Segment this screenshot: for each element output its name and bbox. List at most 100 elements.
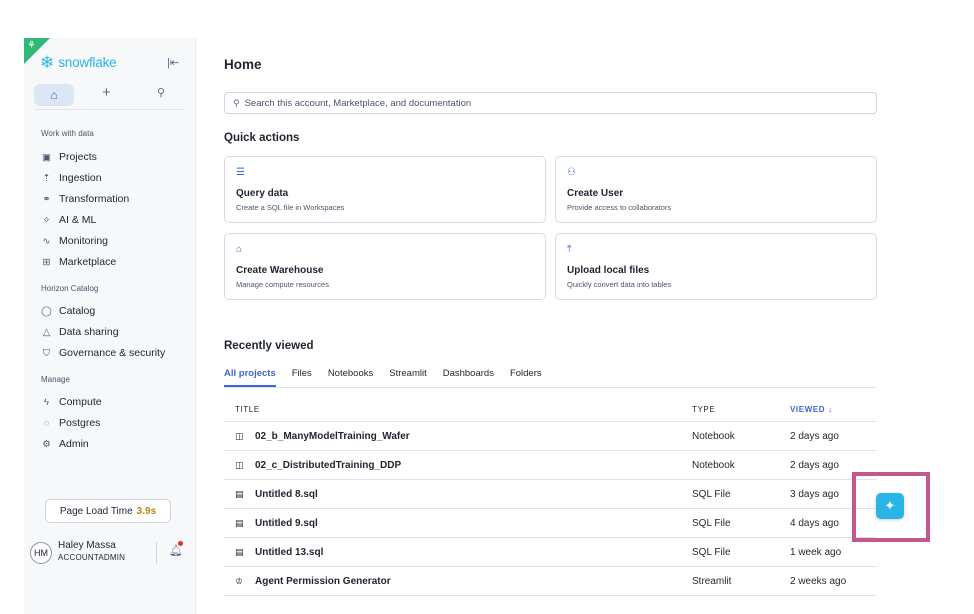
card-desc: Create a SQL file in Workspaces <box>236 203 345 212</box>
ai-assistant-button[interactable]: ✦ <box>876 493 904 519</box>
sidebar-item-transformation[interactable]: ⚭ Transformation <box>41 191 130 207</box>
row-type: SQL File <box>692 518 731 529</box>
shield-icon: ⛉ <box>42 347 51 359</box>
sidebar-item-data-sharing[interactable]: △ Data sharing <box>41 324 119 340</box>
row-title: Untitled 13.sql <box>255 547 324 558</box>
quick-action-upload-files[interactable]: ⤒ Upload local files Quickly convert dat… <box>555 233 877 300</box>
sidebar-item-projects[interactable]: ▣ Projects <box>41 149 97 165</box>
card-desc: Manage compute resources <box>236 280 329 289</box>
quick-action-create-warehouse[interactable]: ⌂ Create Warehouse Manage compute resour… <box>224 233 546 300</box>
row-title: Untitled 9.sql <box>255 518 318 529</box>
search-icon[interactable]: ⚲ <box>157 86 165 99</box>
card-title: Create User <box>567 188 624 199</box>
sidebar-item-admin[interactable]: ⚙ Admin <box>41 436 89 452</box>
sidebar-item-label: Governance & security <box>59 347 166 359</box>
catalog-icon: ◯ <box>41 305 52 317</box>
sidebar-item-compute[interactable]: ϟ Compute <box>41 394 102 410</box>
monitoring-icon: ∿ <box>42 235 51 247</box>
sparkle-icon: ✦ <box>884 498 896 513</box>
create-button[interactable]: + <box>102 84 111 101</box>
card-title: Query data <box>236 188 289 199</box>
sidebar-item-label: Marketplace <box>59 256 117 268</box>
brand-logo[interactable]: ❄ snowflake <box>40 53 117 72</box>
recent-tabs: All projects Files Notebooks Streamlit D… <box>224 368 877 388</box>
recent-table: TITLE TYPE VIEWED ↓ ◫ 02_b_ManyModelTrai… <box>224 396 877 596</box>
projects-icon: ▣ <box>42 151 51 163</box>
user-menu[interactable]: HM Haley Massa ACCOUNTADMIN 🔔︎ <box>24 538 196 568</box>
home-button[interactable]: ⌂ <box>34 83 74 106</box>
snowflake-icon: ❄ <box>40 53 55 72</box>
column-header-title[interactable]: TITLE <box>235 405 260 414</box>
search-bar[interactable]: ⚲ <box>224 92 877 114</box>
row-type: Notebook <box>692 460 735 471</box>
user-name: Haley Massa <box>58 540 116 551</box>
postgres-icon: ◌ <box>43 417 50 429</box>
table-row[interactable]: ◫ 02_b_ManyModelTraining_Wafer Notebook … <box>224 422 877 451</box>
row-viewed: 3 days ago <box>790 489 839 500</box>
table-row[interactable]: ◫ 02_c_DistributedTraining_DDP Notebook … <box>224 451 877 480</box>
data-sharing-icon: △ <box>42 326 51 338</box>
tab-all-projects[interactable]: All projects <box>224 368 276 387</box>
notebook-icon: ◫ <box>235 460 244 470</box>
tab-dashboards[interactable]: Dashboards <box>443 368 494 387</box>
table-row[interactable]: ▤ Untitled 13.sql SQL File 1 week ago <box>224 538 877 567</box>
collapse-sidebar-icon[interactable]: |⇤ <box>167 56 179 69</box>
recently-viewed-title: Recently viewed <box>224 340 314 352</box>
page-load-time-button[interactable]: Page Load Time 3.9s <box>45 499 171 523</box>
row-type: SQL File <box>692 489 731 500</box>
page-title: Home <box>224 57 262 72</box>
quick-action-create-user[interactable]: ⚇ Create User Provide access to collabor… <box>555 156 877 223</box>
notification-dot <box>178 541 183 546</box>
sidebar-item-label: AI & ML <box>59 214 97 226</box>
sidebar-item-governance[interactable]: ⛉ Governance & security <box>41 345 165 361</box>
sidebar-item-label: Admin <box>59 438 89 450</box>
sql-file-icon: ▤ <box>235 547 244 557</box>
sidebar-item-label: Postgres <box>59 417 101 429</box>
section-work-with-data: Work with data <box>41 129 94 138</box>
home-icon: ⌂ <box>50 87 58 102</box>
row-title: Untitled 8.sql <box>255 489 318 500</box>
row-type: Notebook <box>692 431 735 442</box>
tab-files[interactable]: Files <box>292 368 312 387</box>
sidebar-item-marketplace[interactable]: ⊞ Marketplace <box>41 254 117 270</box>
sidebar-item-label: Monitoring <box>59 235 109 247</box>
tab-folders[interactable]: Folders <box>510 368 542 387</box>
ai-ml-icon: ✧ <box>42 214 51 226</box>
sidebar-item-catalog[interactable]: ◯ Catalog <box>41 303 95 319</box>
table-row[interactable]: ▤ Untitled 9.sql SQL File 4 days ago <box>224 509 877 538</box>
sidebar-item-label: Compute <box>59 396 102 408</box>
tab-notebooks[interactable]: Notebooks <box>328 368 373 387</box>
column-header-viewed-label: VIEWED <box>790 405 826 414</box>
upload-icon: ⤒ <box>567 244 572 255</box>
column-header-type[interactable]: TYPE <box>692 405 715 414</box>
avatar[interactable]: HM <box>30 542 52 564</box>
tab-streamlit[interactable]: Streamlit <box>389 368 426 387</box>
card-title: Upload local files <box>567 265 650 276</box>
quick-action-query-data[interactable]: ☰ Query data Create a SQL file in Worksp… <box>224 156 546 223</box>
sidebar-item-ingestion[interactable]: ⇡ Ingestion <box>41 170 102 186</box>
user-role: ACCOUNTADMIN <box>58 553 126 562</box>
column-header-viewed[interactable]: VIEWED ↓ <box>790 405 833 414</box>
sidebar-item-label: Ingestion <box>59 172 102 184</box>
notebook-icon: ◫ <box>235 431 244 441</box>
warehouse-icon: ⌂ <box>236 244 243 255</box>
section-manage: Manage <box>41 375 70 384</box>
sidebar-item-postgres[interactable]: ◌ Postgres <box>41 415 101 431</box>
divider <box>156 542 157 564</box>
sidebar-item-ai-ml[interactable]: ✧ AI & ML <box>41 212 97 228</box>
sidebar: ⚘ ❄ snowflake |⇤ ⌂ + ⚲ Work with data ▣ … <box>24 38 196 614</box>
leaf-icon: ⚘ <box>27 40 36 51</box>
query-icon: ☰ <box>236 167 245 178</box>
table-row[interactable]: ▤ Untitled 8.sql SQL File 3 days ago <box>224 480 877 509</box>
search-input[interactable] <box>244 97 845 109</box>
compute-icon: ϟ <box>43 396 50 408</box>
marketplace-icon: ⊞ <box>42 256 51 268</box>
sidebar-item-monitoring[interactable]: ∿ Monitoring <box>41 233 109 249</box>
row-viewed: 2 days ago <box>790 460 839 471</box>
sidebar-item-label: Transformation <box>59 193 130 205</box>
row-title: 02_c_DistributedTraining_DDP <box>255 460 402 471</box>
table-row[interactable]: ♔ Agent Permission Generator Streamlit 2… <box>224 567 877 596</box>
ingestion-icon: ⇡ <box>42 172 51 184</box>
streamlit-icon: ♔ <box>235 576 244 586</box>
sidebar-item-label: Data sharing <box>59 326 119 338</box>
